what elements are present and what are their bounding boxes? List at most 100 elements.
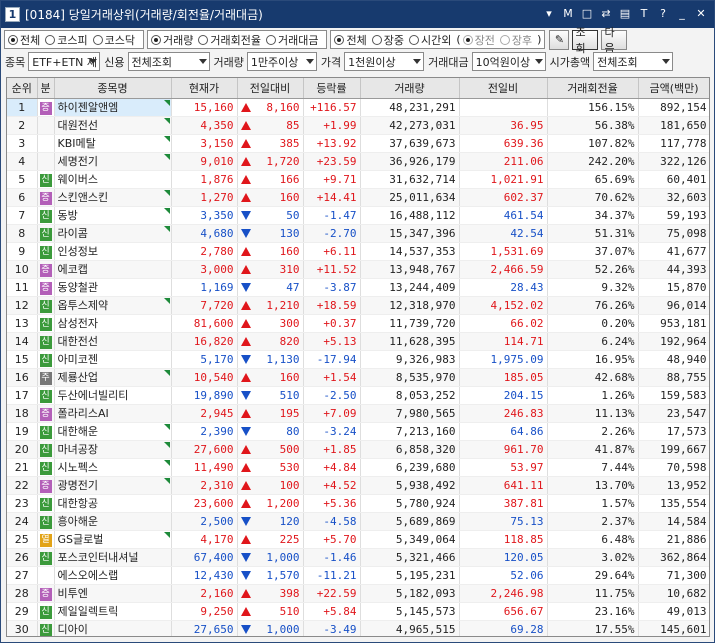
help-icon[interactable]: ? [656,6,670,21]
table-row[interactable]: 10 증 에코캡 3,000 310 +11.52 13,948,767 2,466.59 52… [7,260,709,279]
table-row[interactable]: 19 신 대한해운 2,390 80 -3.24 7,213,160 64.86 2.26% 17… [7,422,709,441]
stock-name[interactable]: 폴라리스AI [58,407,109,420]
column-header[interactable]: 종목명 [54,78,172,99]
table-row[interactable]: 7 신 동방 3,350 50 -1.47 16,488,112 461.54 34.37% 59… [7,206,709,225]
pin-icon[interactable]: ▾ [542,6,556,21]
table-row[interactable]: 9 신 인성정보 2,780 160 +6.11 14,537,353 1,531.69 37.… [7,242,709,261]
stock-name[interactable]: 대한항공 [58,497,98,510]
stock-name[interactable]: 라이콤 [58,227,88,240]
table-row[interactable]: 14 신 대한전선 16,820 820 +5.13 11,628,395 114.71 6.2… [7,332,709,351]
table-row[interactable]: 12 신 옵투스제약 7,720 1,210 +18.59 12,318,970 4,152.… [7,296,709,315]
table-row[interactable]: 8 신 라이콤 4,680 130 -2.70 15,347,396 42.54 51.31% 7… [7,224,709,243]
table-row[interactable]: 2 대원전선 4,350 85 +1.99 42,273,031 36.95 56.38% 18… [7,116,709,135]
market-option-0[interactable]: 전체 [8,32,40,48]
column-header[interactable]: 전일대비 [237,78,304,99]
table-row[interactable]: 29 신 제일일렉트릭 9,250 510 +5.84 5,145,573 656.67 23.… [7,602,709,621]
stock-name[interactable]: 광명전기 [58,479,98,492]
volume-select[interactable]: 1만주이상 [246,52,317,71]
table-row[interactable]: 25 열 GS글로벌 4,170 225 +5.70 5,349,064 118.85 6.48… [7,530,709,549]
notes-icon[interactable]: M [561,6,575,21]
market-option-2[interactable]: 코스닥 [92,32,135,48]
stock-name[interactable]: 흥아해운 [58,515,98,528]
table-row[interactable]: 22 증 광명전기 2,310 100 +4.52 5,938,492 641.11 13.70… [7,476,709,495]
stock-name[interactable]: 시노펙스 [58,461,98,474]
table-row[interactable]: 13 신 삼성전자 81,600 300 +0.37 11,739,720 66.02 0.20… [7,314,709,333]
stock-name[interactable]: 아미코젠 [58,353,98,366]
stock-name[interactable]: 대한해운 [58,425,98,438]
stock-name[interactable]: 제일일렉트릭 [58,605,119,618]
link-icon[interactable]: ⇄ [599,6,613,21]
stock-name[interactable]: 디아이 [58,623,88,636]
sort-option-0[interactable]: 거래량 [151,32,193,48]
stock-name[interactable]: 인성정보 [58,245,98,258]
column-header[interactable]: 등락률 [303,78,361,99]
table-row[interactable]: 26 신 포스코인터내셔널 67,400 1,000 -1.46 5,321,466 120.… [7,548,709,567]
pin-button[interactable]: ✎ [549,29,570,50]
table-row[interactable]: 11 증 동양철관 1,169 47 -3.87 13,244,409 28.43 9.32% 1… [7,278,709,297]
column-header[interactable]: 분 [37,78,55,99]
stock-name[interactable]: 에코캡 [58,263,88,276]
stock-name[interactable]: 포스코인터내셔널 [58,551,139,564]
stock-name[interactable]: 하이젠알앤엠 [58,101,119,114]
session-sub-option-0[interactable]: 장전 [462,32,495,48]
table-row[interactable]: 30 신 디아이 27,650 1,000 -3.49 4,965,515 69.28 17.5… [7,620,709,636]
session-option-1[interactable]: 장중 [371,32,404,48]
next-button[interactable]: 다음 [601,26,628,55]
stock-name[interactable]: 삼성전자 [58,317,98,330]
table-row[interactable]: 20 신 마녀공장 27,600 500 +1.85 6,858,320 961.70 41.8… [7,440,709,459]
layout-icon[interactable]: ▤ [618,6,632,21]
stock-name[interactable]: 대원전선 [58,119,98,132]
window-icon[interactable]: □ [580,6,594,21]
sort-option-2[interactable]: 거래대금 [265,32,318,48]
credit-select[interactable]: 전체조회 [127,52,210,71]
stock-name[interactable]: 동방 [58,209,78,222]
table-row[interactable]: 28 증 비투엔 2,160 398 +22.59 5,182,093 2,246.98 11.… [7,584,709,603]
table-row[interactable]: 17 신 두산에너빌리티 19,890 510 -2.50 8,053,252 204.15 1… [7,386,709,405]
table-row[interactable]: 15 신 아미코젠 5,170 1,130 -17.94 9,326,983 1,975.09… [7,350,709,369]
font-icon[interactable]: T [637,6,651,21]
table-row[interactable]: 24 신 흥아해운 2,500 120 -4.58 5,689,869 75.13 2.37% 1… [7,512,709,531]
table-row[interactable]: 23 신 대한항공 23,600 1,200 +5.36 5,780,924 387.81 1.… [7,494,709,513]
table-row[interactable]: 21 신 시노펙스 11,490 530 +4.84 6,239,680 53.97 7.44%… [7,458,709,477]
column-header[interactable]: 거래회전율 [547,78,639,99]
sort-option-1[interactable]: 거래회전율 [198,32,261,48]
column-header[interactable]: 현재가 [171,78,238,99]
stock-name[interactable]: 제룡산업 [58,371,98,384]
market-option-1[interactable]: 코스피 [45,32,88,48]
stock-name[interactable]: 옵투스제약 [58,299,109,312]
amount-select[interactable]: 10억원이상 [471,52,546,71]
table-row[interactable]: 27 에스오에스랩 12,430 1,570 -11.21 5,195,231 52.06 2… [7,566,709,585]
minimize-icon[interactable]: _ [675,6,689,21]
table-row[interactable]: 16 주 제룡산업 10,540 160 +1.54 8,535,970 185.05 42.6… [7,368,709,387]
stock-name[interactable]: GS글로벌 [58,533,104,546]
column-header[interactable]: 순위 [7,78,38,99]
table-row[interactable]: 1 증 하이젠알앤엠 15,160 8,160 +116.57 48,231,291 156.… [7,98,709,117]
close-icon[interactable]: ✕ [694,6,708,21]
price-select[interactable]: 1천원이상 [344,52,425,71]
stock-name[interactable]: 두산에너빌리티 [58,389,129,402]
stock-name[interactable]: 마녀공장 [58,443,98,456]
session-option-0[interactable]: 전체 [334,32,367,48]
stock-name[interactable]: 대한전선 [58,335,98,348]
session-option-2[interactable]: 시간외 [408,32,451,48]
stock-name[interactable]: 동양철관 [58,281,98,294]
stock-name[interactable]: 에스오에스랩 [58,569,119,582]
mcap-select[interactable]: 전체조회 [593,52,674,71]
column-header[interactable]: 전일비 [459,78,548,99]
search-button[interactable]: 조회 [572,26,599,55]
column-header[interactable]: 거래량 [360,78,460,99]
table-row[interactable]: 3 KBI메탈 3,150 385 +13.92 37,639,673 639.36 107.… [7,134,709,153]
stock-name[interactable]: KBI메탈 [58,137,96,150]
stock-name[interactable]: 세명전기 [58,155,98,168]
stock-name[interactable]: 스킨앤스킨 [58,191,109,204]
column-header[interactable]: 금액(백만) [638,78,709,99]
table-row[interactable]: 18 증 폴라리스AI 2,945 195 +7.09 7,980,565 246.83 11.… [7,404,709,423]
item-select[interactable]: ETF+ETN 제 [28,52,101,71]
table-row[interactable]: 6 증 스킨앤스킨 1,270 160 +14.41 25,011,634 602.37 70.… [7,188,709,207]
session-sub-option-1[interactable]: 장후 [499,32,532,48]
stock-name[interactable]: 웨이버스 [58,173,98,186]
stock-name[interactable]: 비투엔 [58,587,88,600]
table-row[interactable]: 4 세명전기 9,010 1,720 +23.59 36,926,179 211.06 242… [7,152,709,171]
table-row[interactable]: 5 신 웨이버스 1,876 166 +9.71 31,632,714 1,021.91 65.… [7,170,709,189]
volume-cell: 5,689,869 [360,512,460,531]
